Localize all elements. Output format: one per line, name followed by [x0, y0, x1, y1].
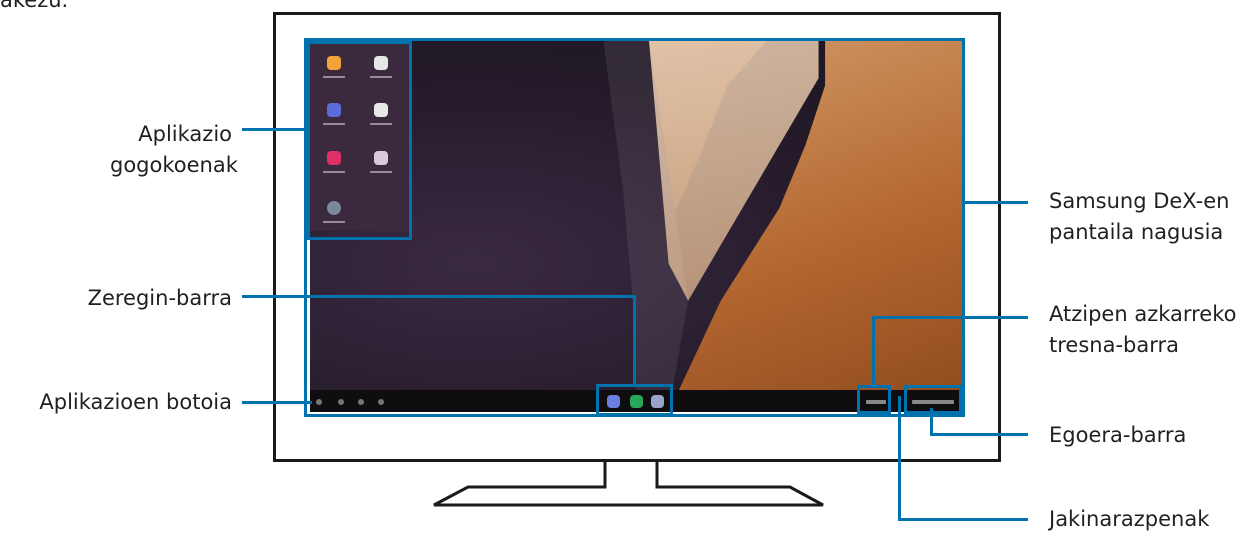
quick-access-label-line1: Atzipen azkarreko	[1049, 302, 1237, 326]
notifications-callout-line-v	[898, 396, 901, 521]
status-bar-highlight	[904, 385, 962, 414]
status-bar-callout-line-v	[930, 408, 933, 436]
favorite-apps-label-line2: gogokoenak	[110, 153, 238, 177]
notifications-label: Jakinarazpenak	[1049, 507, 1210, 531]
main-screen-label-line2: pantaila nagusia	[1049, 220, 1224, 244]
status-bar-label: Egoera-barra	[1049, 423, 1187, 447]
taskbar-callout-line-h	[242, 295, 636, 298]
main-screen-label: Samsung DeX-en pantaila nagusia	[1049, 186, 1229, 248]
favorite-apps-label-line1: Aplikazio	[138, 122, 232, 146]
quick-access-highlight	[857, 385, 891, 414]
quick-access-toolbar-label: Atzipen azkarreko tresna-barra	[1049, 299, 1237, 361]
taskbar-callout-line-v	[633, 295, 636, 387]
favorite-apps-highlight	[307, 41, 412, 240]
quick-access-label-line2: tresna-barra	[1049, 333, 1179, 357]
apps-button-callout-line	[242, 401, 312, 404]
status-bar-callout-line-h	[930, 433, 1028, 436]
notifications-callout-line-h	[898, 518, 1028, 521]
apps-button-label: Aplikazioen botoia	[39, 390, 232, 414]
taskbar-label: Zeregin-barra	[87, 286, 232, 310]
main-screen-label-line1: Samsung DeX-en	[1049, 189, 1230, 213]
quick-access-callout-line-h	[872, 316, 1028, 319]
main-screen-callout-line	[962, 201, 1028, 204]
favorite-apps-label: Aplikazio gogokoenak	[110, 119, 238, 181]
taskbar-highlight	[596, 384, 673, 416]
quick-access-callout-line-v	[872, 316, 875, 388]
favorite-apps-callout-line	[242, 128, 308, 131]
